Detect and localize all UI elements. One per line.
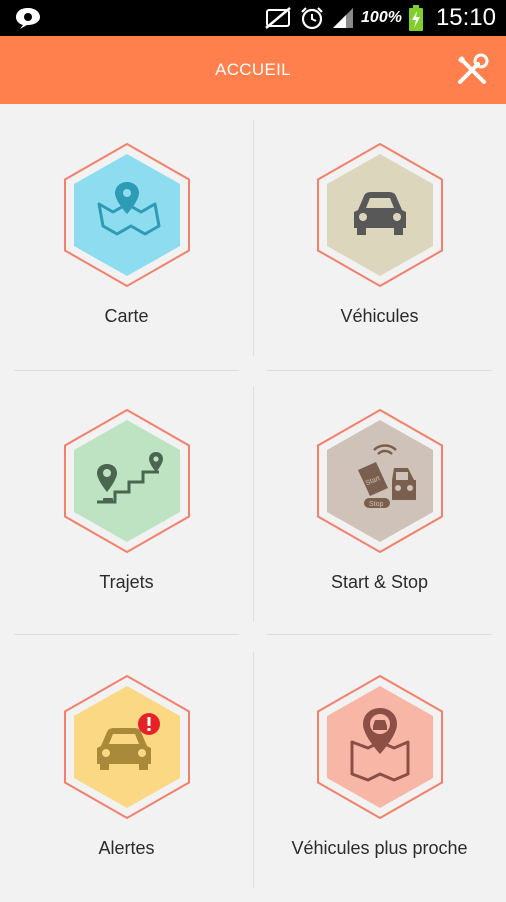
battery-charging-icon bbox=[408, 5, 423, 31]
page-title: ACCUEIL bbox=[215, 60, 291, 79]
map-pin-icon bbox=[63, 142, 190, 288]
menu-item-label: Véhicules bbox=[340, 306, 419, 326]
status-time: 15:10 bbox=[435, 4, 496, 31]
menu-item-trajets[interactable]: Trajets bbox=[0, 372, 253, 636]
car-icon bbox=[316, 142, 443, 288]
menu-grid: Carte Véhicules Trajets Start Stop Start… bbox=[0, 106, 506, 900]
key-car-icon: Start Stop bbox=[316, 408, 443, 554]
no-sim-icon bbox=[265, 7, 291, 29]
menu-item-vehicules[interactable]: Véhicules bbox=[253, 106, 506, 370]
alarm-icon bbox=[301, 7, 323, 30]
menu-item-start-stop[interactable]: Start Stop Start & Stop bbox=[253, 372, 506, 636]
app-bar: ACCUEIL bbox=[0, 36, 506, 104]
status-bar: 100% 15:10 bbox=[0, 0, 506, 36]
menu-item-label: Alertes bbox=[98, 838, 155, 858]
menu-item-label: Véhicules plus proche bbox=[291, 838, 468, 858]
menu-item-label: Carte bbox=[104, 306, 149, 326]
menu-item-label: Trajets bbox=[99, 572, 154, 592]
tools-icon[interactable] bbox=[454, 52, 490, 88]
battery-percent: 100% bbox=[361, 9, 402, 26]
route-icon bbox=[63, 408, 190, 554]
signal-icon bbox=[333, 8, 354, 28]
nearby-car-map-icon bbox=[316, 674, 443, 820]
menu-item-alertes[interactable]: Alertes bbox=[0, 638, 253, 902]
divider bbox=[14, 370, 239, 371]
menu-item-carte[interactable]: Carte bbox=[0, 106, 253, 370]
chat-bubble-icon bbox=[16, 8, 40, 29]
menu-item-label: Start & Stop bbox=[330, 572, 429, 592]
divider bbox=[267, 370, 492, 371]
car-alert-icon bbox=[63, 674, 190, 820]
svg-text:Stop: Stop bbox=[369, 501, 384, 508]
menu-item-vehicules-plus-proche[interactable]: Véhicules plus proche bbox=[253, 638, 506, 902]
